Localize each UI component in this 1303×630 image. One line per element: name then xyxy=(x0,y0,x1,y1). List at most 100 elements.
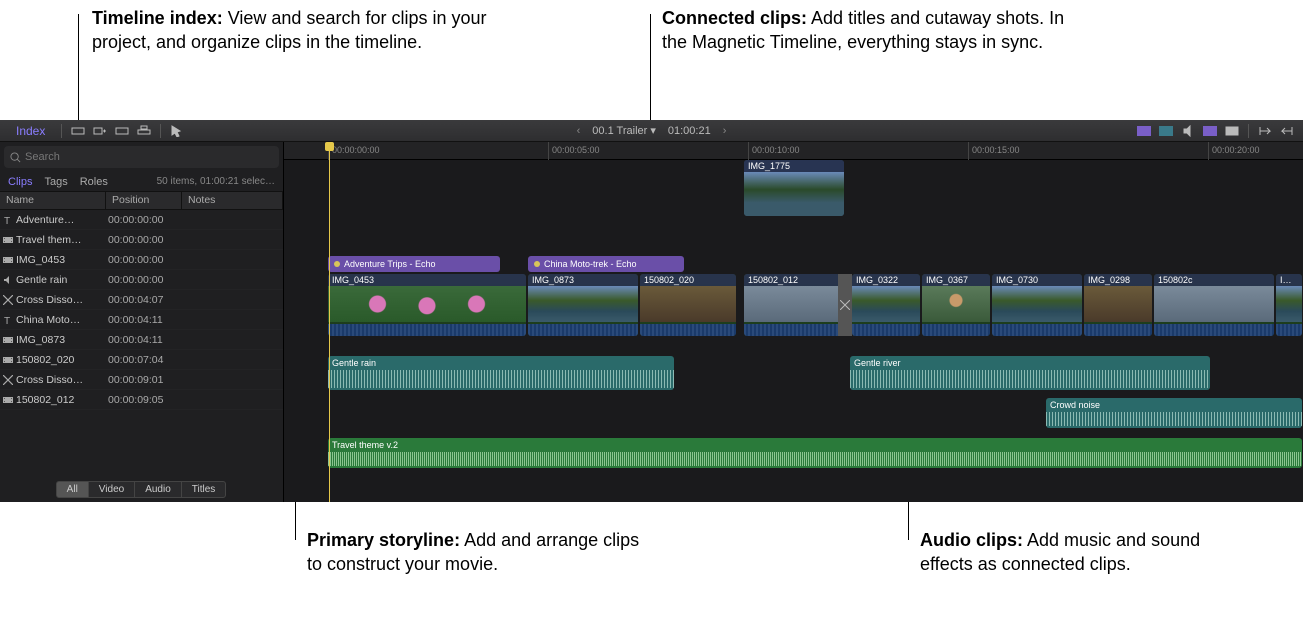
row-name: Cross Disso… xyxy=(16,374,102,386)
time-ruler[interactable]: 00:00:00:0000:00:05:0000:00:10:0000:00:1… xyxy=(284,142,1303,160)
audio-clip[interactable]: Crowd noise xyxy=(1046,398,1302,428)
title-clip[interactable]: China Moto-trek - Echo xyxy=(528,256,684,272)
video-icon xyxy=(0,235,16,245)
video-clip[interactable]: I… xyxy=(1276,274,1302,336)
row-name: 150802_012 xyxy=(16,394,102,406)
timeline[interactable]: 00:00:00:0000:00:05:0000:00:10:0000:00:1… xyxy=(284,142,1303,502)
tab-clips[interactable]: Clips xyxy=(8,176,32,188)
search-input[interactable]: Search xyxy=(4,146,279,168)
index-row[interactable]: 150802_02000:00:07:04 xyxy=(0,350,283,370)
filter-all[interactable]: All xyxy=(56,481,89,498)
col-notes[interactable]: Notes xyxy=(182,192,283,209)
index-row[interactable]: IMG_087300:00:04:11 xyxy=(0,330,283,350)
overwrite-icon[interactable] xyxy=(114,124,130,138)
row-name: IMG_0873 xyxy=(16,334,102,346)
video-icon xyxy=(0,355,16,365)
clip-appearance-icon[interactable] xyxy=(1224,124,1240,138)
title-icon: T xyxy=(0,215,16,225)
video-clip[interactable]: IMG_0367 xyxy=(922,274,990,336)
row-name: China Moto… xyxy=(16,314,102,326)
skimming-icon[interactable] xyxy=(1136,124,1152,138)
audio-clip[interactable]: Gentle river xyxy=(850,356,1210,390)
tab-roles[interactable]: Roles xyxy=(80,176,108,188)
connected-lane: IMG_1775 xyxy=(284,160,1303,216)
prev-edit-icon[interactable]: ‹ xyxy=(577,125,581,137)
audio-lane-2: Crowd noise xyxy=(284,398,1303,428)
clip-label: Crowd noise xyxy=(1050,400,1100,410)
svg-text:T: T xyxy=(4,316,10,325)
ruler-tick: 00:00:00:00 xyxy=(332,145,380,155)
row-position: 00:00:07:04 xyxy=(102,354,178,366)
row-position: 00:00:00:00 xyxy=(102,234,178,246)
primary-storyline-lane: IMG_0453IMG_0873150802_020 150802_012 IMG_… xyxy=(284,274,1303,336)
index-tabs: Clips Tags Roles 50 items, 01:00:21 sele… xyxy=(0,172,283,192)
insert-icon[interactable] xyxy=(70,124,86,138)
col-name[interactable]: Name xyxy=(0,192,106,209)
clip-label: 150802_012 xyxy=(744,274,840,286)
row-position: 00:00:00:00 xyxy=(102,254,178,266)
video-clip[interactable]: IMG_0873 xyxy=(528,274,638,336)
trim-start-icon[interactable] xyxy=(1257,124,1273,138)
index-rows: TAdventure…00:00:00:00Travel them…00:00:… xyxy=(0,210,283,477)
index-row[interactable]: 150802_01200:00:09:05 xyxy=(0,390,283,410)
index-status: 50 items, 01:00:21 selec… xyxy=(157,176,275,187)
video-icon xyxy=(0,255,16,265)
video-clip[interactable]: 150802_012 xyxy=(744,274,840,336)
video-clip[interactable]: IMG_0322 xyxy=(852,274,920,336)
row-name: Gentle rain xyxy=(16,274,102,286)
video-clip[interactable]: IMG_0453 xyxy=(328,274,526,336)
video-clip[interactable]: 150802_020 xyxy=(640,274,736,336)
row-position: 00:00:04:11 xyxy=(102,314,178,326)
audio-skimming-icon[interactable] xyxy=(1158,124,1174,138)
clip-label: 150802_020 xyxy=(640,274,736,286)
clip-label: 150802c xyxy=(1154,274,1274,286)
index-row[interactable]: TAdventure…00:00:00:00 xyxy=(0,210,283,230)
row-position: 00:00:04:11 xyxy=(102,334,178,346)
toolbar-right xyxy=(1136,124,1295,138)
video-clip[interactable]: IMG_0730 xyxy=(992,274,1082,336)
next-edit-icon[interactable]: › xyxy=(723,125,727,137)
search-icon xyxy=(10,152,21,163)
row-position: 00:00:04:07 xyxy=(102,294,178,306)
index-row[interactable]: Travel them…00:00:00:00 xyxy=(0,230,283,250)
connected-clip[interactable]: IMG_1775 xyxy=(744,160,844,216)
audio-icon xyxy=(0,275,16,285)
callout-line xyxy=(78,14,79,132)
clip-label: Gentle river xyxy=(854,358,901,368)
video-clip[interactable]: 150802c xyxy=(1154,274,1274,336)
append-icon[interactable] xyxy=(92,124,108,138)
row-position: 00:00:09:01 xyxy=(102,374,178,386)
select-tool-icon[interactable] xyxy=(169,124,185,138)
callout-audio-clips: Audio clips: Add music and sound effects… xyxy=(920,528,1250,577)
project-duration: 01:00:21 xyxy=(668,125,711,137)
col-position[interactable]: Position xyxy=(106,192,182,209)
index-row[interactable]: Gentle rain00:00:00:00 xyxy=(0,270,283,290)
index-button[interactable]: Index xyxy=(8,124,53,138)
title-clip[interactable]: Adventure Trips - Echo xyxy=(328,256,500,272)
transition-icon[interactable] xyxy=(838,274,852,336)
filter-video[interactable]: Video xyxy=(88,481,135,498)
playhead[interactable] xyxy=(329,142,330,502)
connect-icon[interactable] xyxy=(136,124,152,138)
clip-label: IMG_0730 xyxy=(992,274,1082,286)
title-icon: T xyxy=(0,315,16,325)
row-position: 00:00:09:05 xyxy=(102,394,178,406)
tab-tags[interactable]: Tags xyxy=(44,176,67,188)
index-row[interactable]: Cross Disso…00:00:09:01 xyxy=(0,370,283,390)
solo-icon[interactable] xyxy=(1180,124,1196,138)
clip-label: IMG_0298 xyxy=(1084,274,1152,286)
index-row[interactable]: Cross Disso…00:00:04:07 xyxy=(0,290,283,310)
filter-titles[interactable]: Titles xyxy=(181,481,227,498)
callout-timeline-index: Timeline index: View and search for clip… xyxy=(92,6,512,55)
project-name[interactable]: 00.1 Trailer ▾ xyxy=(592,124,656,137)
index-row[interactable]: IMG_045300:00:00:00 xyxy=(0,250,283,270)
callout-connected-clips: Connected clips: Add titles and cutaway … xyxy=(662,6,1082,55)
audio-clip[interactable]: Gentle rain xyxy=(328,356,674,390)
filter-audio[interactable]: Audio xyxy=(134,481,182,498)
snapping-icon[interactable] xyxy=(1202,124,1218,138)
index-row[interactable]: T China Moto…00:00:04:11 xyxy=(0,310,283,330)
video-clip[interactable]: IMG_0298 xyxy=(1084,274,1152,336)
audio-clip[interactable]: Travel theme v.2 xyxy=(328,438,1302,468)
callout-primary-storyline: Primary storyline: Add and arrange clips… xyxy=(307,528,647,577)
trim-end-icon[interactable] xyxy=(1279,124,1295,138)
